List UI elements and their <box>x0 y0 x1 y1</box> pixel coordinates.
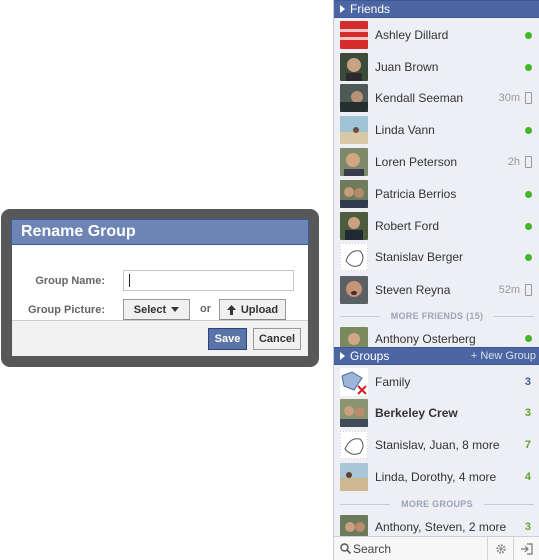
avatar <box>340 212 368 240</box>
upload-button-label: Upload <box>240 303 279 316</box>
friend-name: Ashley Dillard <box>375 28 449 42</box>
friend-row[interactable]: Anthony Osterberg <box>334 324 539 348</box>
friends-section-header[interactable]: Friends <box>334 0 539 18</box>
group-name: Anthony, Steven, 2 more <box>375 520 507 534</box>
divider-line <box>494 316 534 317</box>
expand-arrow-icon <box>340 5 345 13</box>
online-status-dot <box>525 254 532 261</box>
chat-options-button[interactable] <box>487 537 513 560</box>
divider-line <box>484 504 534 505</box>
idle-time: 2h <box>507 156 520 168</box>
or-label: or <box>200 303 211 315</box>
group-row[interactable]: Stanislav, Juan, 8 more 7 <box>334 429 539 461</box>
friend-name: Linda Vann <box>375 123 435 137</box>
avatar <box>340 515 368 536</box>
friend-name: Patricia Berrios <box>375 187 457 201</box>
dialog-footer: Save Cancel <box>12 320 308 356</box>
group-row[interactable]: Berkeley Crew 3 <box>334 397 539 429</box>
online-status-dot <box>525 64 532 71</box>
friend-name: Stanislav Berger <box>375 250 464 264</box>
popout-chat-button[interactable] <box>513 537 539 560</box>
avatar <box>340 53 368 81</box>
avatar <box>340 84 368 112</box>
more-friends-divider[interactable]: MORE FRIENDS (15) <box>334 309 539 323</box>
groups-section-header[interactable]: Groups + New Group <box>334 347 539 365</box>
avatar <box>340 276 368 304</box>
chevron-down-icon <box>171 307 180 312</box>
avatar <box>340 21 368 49</box>
avatar <box>340 180 368 208</box>
upload-arrow-icon <box>226 304 236 315</box>
friend-name: Robert Ford <box>375 219 440 233</box>
group-row[interactable]: Family 3 <box>334 366 539 398</box>
group-online-count: 4 <box>524 471 531 483</box>
group-online-count: 3 <box>524 376 531 388</box>
group-name-input[interactable] <box>123 270 294 291</box>
friend-row[interactable]: Juan Brown <box>334 51 539 83</box>
group-online-count: 3 <box>524 521 531 533</box>
friend-row[interactable]: Steven Reyna 52m <box>334 274 539 306</box>
groups-header-title: Groups <box>350 349 390 363</box>
group-online-count: 7 <box>524 439 531 451</box>
idle-time: 30m <box>498 92 520 104</box>
cancel-button[interactable]: Cancel <box>253 328 301 350</box>
upload-button[interactable]: Upload <box>219 299 286 320</box>
friends-header-title: Friends <box>350 2 391 16</box>
group-name-label: Group Name: <box>35 275 105 287</box>
online-status-dot <box>525 223 532 230</box>
group-row[interactable]: Linda, Dorothy, 4 more 4 <box>334 461 539 493</box>
mobile-phone-icon <box>525 156 532 168</box>
dialog-title: Rename Group <box>11 219 309 245</box>
mobile-phone-icon <box>525 92 532 104</box>
avatar <box>340 463 368 491</box>
select-button-label: Select <box>133 303 167 316</box>
friend-name: Loren Peterson <box>375 155 458 169</box>
chat-search-input[interactable] <box>338 539 486 558</box>
friend-name: Anthony Osterberg <box>375 332 476 346</box>
idle-time: 52m <box>498 284 520 296</box>
friend-row[interactable]: Kendall Seeman 30m <box>334 82 539 114</box>
more-groups-divider[interactable]: MORE GROUPS <box>334 497 539 511</box>
online-status-dot <box>525 335 532 342</box>
mobile-phone-icon <box>525 284 532 296</box>
save-button[interactable]: Save <box>208 328 247 350</box>
chat-sidebar: Friends Ashley Dillard Juan Brown Kendal… <box>333 0 539 560</box>
friend-name: Steven Reyna <box>375 283 451 297</box>
friend-row[interactable]: Linda Vann <box>334 114 539 146</box>
online-status-dot <box>525 32 532 39</box>
select-picture-button[interactable]: Select <box>123 299 190 320</box>
friend-row[interactable]: Robert Ford <box>334 210 539 242</box>
new-group-link[interactable]: + New Group <box>471 348 536 364</box>
gear-icon <box>495 543 506 554</box>
group-picture-label: Group Picture: <box>27 304 105 316</box>
group-name: Stanislav, Juan, 8 more <box>375 438 500 452</box>
rename-group-dialog: Rename Group Group Name: Group Picture: … <box>11 219 309 357</box>
friend-name: Kendall Seeman <box>375 91 464 105</box>
online-status-dot <box>525 127 532 134</box>
rename-group-dialog-frame: Rename Group Group Name: Group Picture: … <box>1 209 319 367</box>
online-status-dot <box>525 191 532 198</box>
avatar <box>340 431 368 459</box>
avatar <box>340 327 368 348</box>
group-name: Linda, Dorothy, 4 more <box>375 470 497 484</box>
pop-out-icon <box>521 542 533 555</box>
text-caret <box>129 274 130 287</box>
expand-arrow-icon <box>340 352 345 360</box>
avatar <box>340 148 368 176</box>
friend-row[interactable]: Patricia Berrios <box>334 178 539 210</box>
friend-row[interactable]: Ashley Dillard <box>334 19 539 51</box>
avatar <box>340 243 368 271</box>
friend-row[interactable]: Stanislav Berger <box>334 241 539 273</box>
avatar <box>340 399 368 427</box>
friend-row[interactable]: Loren Peterson 2h <box>334 146 539 178</box>
avatar <box>340 116 368 144</box>
chat-search-bar <box>334 536 539 560</box>
group-name: Berkeley Crew <box>375 406 458 420</box>
group-online-count: 3 <box>524 407 531 419</box>
avatar <box>340 368 368 396</box>
friend-name: Juan Brown <box>375 60 439 74</box>
group-row[interactable]: Anthony, Steven, 2 more 3 <box>334 512 539 536</box>
group-name: Family <box>375 375 411 389</box>
